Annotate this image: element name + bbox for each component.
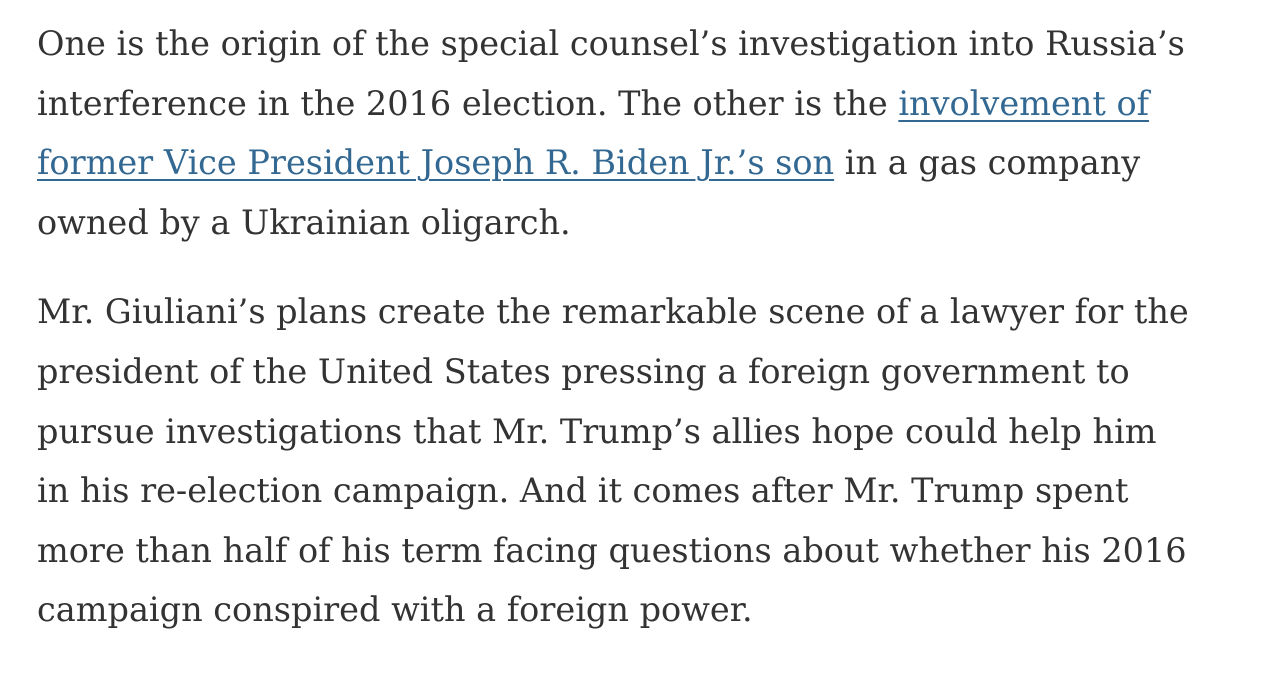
article-body: One is the origin of the special counsel… [37, 14, 1189, 640]
text-line: campaign conspired with a foreign power. [37, 590, 753, 630]
biden-son-link[interactable]: former Vice President Joseph R. Biden Jr… [37, 143, 834, 182]
paragraph-2: Mr. Giuliani’s plans create the remarkab… [37, 282, 1189, 640]
text-line: former Vice President Joseph R. Biden Jr… [37, 133, 1189, 193]
text-line: pursue investigations that Mr. Trump’s a… [37, 411, 1157, 451]
text-line: in his re-election campaign. And it come… [37, 471, 1129, 511]
text: interference in the 2016 election. The o… [37, 83, 899, 123]
text-line: owned by a Ukrainian oligarch. [37, 193, 1189, 253]
paragraph-1: One is the origin of the special counsel… [37, 14, 1189, 252]
text: in a gas company [834, 143, 1141, 183]
text-line: Mr. Giuliani’s plans create the remarkab… [37, 292, 1189, 332]
text-line: interference in the 2016 election. The o… [37, 74, 1189, 134]
text: owned by a Ukrainian oligarch. [37, 202, 571, 242]
biden-son-link[interactable]: involvement of [898, 84, 1149, 123]
text-line: president of the United States pressing … [37, 351, 1130, 391]
text-line: One is the origin of the special counsel… [37, 14, 1189, 74]
text: One is the origin of the special counsel… [37, 24, 1185, 63]
text-line: more than half of his term facing questi… [37, 530, 1187, 570]
